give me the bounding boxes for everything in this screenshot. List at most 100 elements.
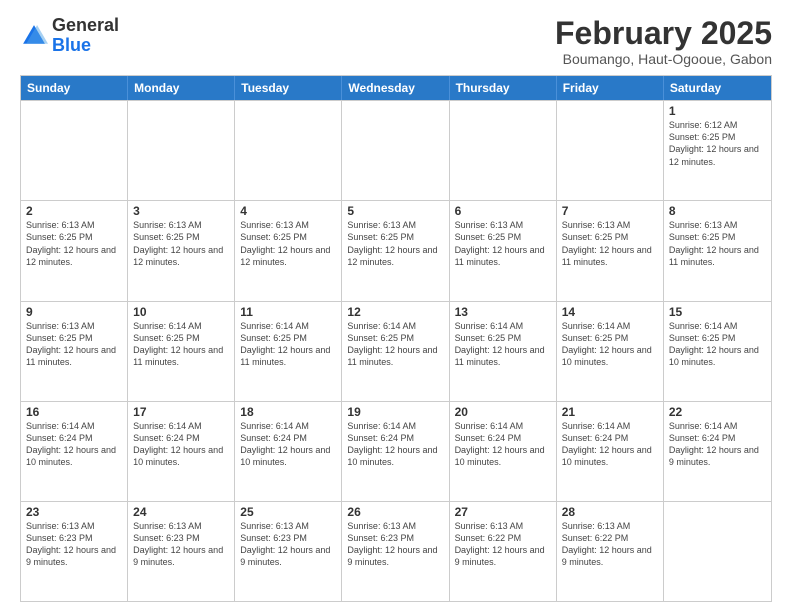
day-info: Sunrise: 6:14 AM Sunset: 6:25 PM Dayligh… <box>669 320 766 369</box>
day-info: Sunrise: 6:14 AM Sunset: 6:25 PM Dayligh… <box>133 320 229 369</box>
day-number: 13 <box>455 305 551 319</box>
day-info: Sunrise: 6:13 AM Sunset: 6:25 PM Dayligh… <box>562 219 658 268</box>
day-cell-20: 20Sunrise: 6:14 AM Sunset: 6:24 PM Dayli… <box>450 402 557 501</box>
day-cell-empty-0-2 <box>235 101 342 200</box>
calendar-title: February 2025 <box>555 16 772 51</box>
logo-blue-text: Blue <box>52 35 91 55</box>
day-number: 4 <box>240 204 336 218</box>
calendar: SundayMondayTuesdayWednesdayThursdayFrid… <box>20 75 772 602</box>
header: General Blue February 2025 Boumango, Hau… <box>20 16 772 67</box>
day-number: 9 <box>26 305 122 319</box>
day-number: 8 <box>669 204 766 218</box>
day-number: 17 <box>133 405 229 419</box>
day-info: Sunrise: 6:13 AM Sunset: 6:25 PM Dayligh… <box>347 219 443 268</box>
day-info: Sunrise: 6:13 AM Sunset: 6:25 PM Dayligh… <box>26 219 122 268</box>
day-cell-6: 6Sunrise: 6:13 AM Sunset: 6:25 PM Daylig… <box>450 201 557 300</box>
day-cell-10: 10Sunrise: 6:14 AM Sunset: 6:25 PM Dayli… <box>128 302 235 401</box>
logo-icon <box>20 22 48 50</box>
logo: General Blue <box>20 16 119 56</box>
day-info: Sunrise: 6:14 AM Sunset: 6:24 PM Dayligh… <box>669 420 766 469</box>
calendar-subtitle: Boumango, Haut-Ogooue, Gabon <box>555 51 772 67</box>
header-day-tuesday: Tuesday <box>235 76 342 100</box>
title-block: February 2025 Boumango, Haut-Ogooue, Gab… <box>555 16 772 67</box>
day-cell-19: 19Sunrise: 6:14 AM Sunset: 6:24 PM Dayli… <box>342 402 449 501</box>
header-day-monday: Monday <box>128 76 235 100</box>
day-cell-empty-0-0 <box>21 101 128 200</box>
day-cell-21: 21Sunrise: 6:14 AM Sunset: 6:24 PM Dayli… <box>557 402 664 501</box>
day-cell-22: 22Sunrise: 6:14 AM Sunset: 6:24 PM Dayli… <box>664 402 771 501</box>
day-cell-25: 25Sunrise: 6:13 AM Sunset: 6:23 PM Dayli… <box>235 502 342 601</box>
day-number: 16 <box>26 405 122 419</box>
day-info: Sunrise: 6:14 AM Sunset: 6:24 PM Dayligh… <box>133 420 229 469</box>
day-number: 11 <box>240 305 336 319</box>
day-cell-empty-0-5 <box>557 101 664 200</box>
day-number: 19 <box>347 405 443 419</box>
day-info: Sunrise: 6:13 AM Sunset: 6:25 PM Dayligh… <box>669 219 766 268</box>
header-day-thursday: Thursday <box>450 76 557 100</box>
day-number: 20 <box>455 405 551 419</box>
day-number: 6 <box>455 204 551 218</box>
day-number: 26 <box>347 505 443 519</box>
day-cell-28: 28Sunrise: 6:13 AM Sunset: 6:22 PM Dayli… <box>557 502 664 601</box>
day-cell-16: 16Sunrise: 6:14 AM Sunset: 6:24 PM Dayli… <box>21 402 128 501</box>
day-info: Sunrise: 6:14 AM Sunset: 6:25 PM Dayligh… <box>455 320 551 369</box>
calendar-week-5: 23Sunrise: 6:13 AM Sunset: 6:23 PM Dayli… <box>21 501 771 601</box>
day-number: 2 <box>26 204 122 218</box>
calendar-week-1: 1Sunrise: 6:12 AM Sunset: 6:25 PM Daylig… <box>21 100 771 200</box>
day-cell-7: 7Sunrise: 6:13 AM Sunset: 6:25 PM Daylig… <box>557 201 664 300</box>
day-cell-26: 26Sunrise: 6:13 AM Sunset: 6:23 PM Dayli… <box>342 502 449 601</box>
day-cell-empty-0-3 <box>342 101 449 200</box>
day-number: 5 <box>347 204 443 218</box>
day-info: Sunrise: 6:14 AM Sunset: 6:25 PM Dayligh… <box>240 320 336 369</box>
header-day-wednesday: Wednesday <box>342 76 449 100</box>
logo-text: General Blue <box>52 16 119 56</box>
day-cell-24: 24Sunrise: 6:13 AM Sunset: 6:23 PM Dayli… <box>128 502 235 601</box>
day-info: Sunrise: 6:14 AM Sunset: 6:24 PM Dayligh… <box>455 420 551 469</box>
day-cell-14: 14Sunrise: 6:14 AM Sunset: 6:25 PM Dayli… <box>557 302 664 401</box>
day-info: Sunrise: 6:13 AM Sunset: 6:23 PM Dayligh… <box>26 520 122 569</box>
day-number: 27 <box>455 505 551 519</box>
day-cell-empty-4-6 <box>664 502 771 601</box>
day-cell-27: 27Sunrise: 6:13 AM Sunset: 6:22 PM Dayli… <box>450 502 557 601</box>
day-info: Sunrise: 6:14 AM Sunset: 6:24 PM Dayligh… <box>240 420 336 469</box>
header-day-friday: Friday <box>557 76 664 100</box>
day-number: 23 <box>26 505 122 519</box>
day-cell-11: 11Sunrise: 6:14 AM Sunset: 6:25 PM Dayli… <box>235 302 342 401</box>
day-info: Sunrise: 6:14 AM Sunset: 6:24 PM Dayligh… <box>347 420 443 469</box>
day-info: Sunrise: 6:13 AM Sunset: 6:23 PM Dayligh… <box>240 520 336 569</box>
calendar-week-2: 2Sunrise: 6:13 AM Sunset: 6:25 PM Daylig… <box>21 200 771 300</box>
day-info: Sunrise: 6:13 AM Sunset: 6:22 PM Dayligh… <box>562 520 658 569</box>
day-cell-23: 23Sunrise: 6:13 AM Sunset: 6:23 PM Dayli… <box>21 502 128 601</box>
day-cell-3: 3Sunrise: 6:13 AM Sunset: 6:25 PM Daylig… <box>128 201 235 300</box>
day-cell-8: 8Sunrise: 6:13 AM Sunset: 6:25 PM Daylig… <box>664 201 771 300</box>
day-number: 10 <box>133 305 229 319</box>
day-number: 24 <box>133 505 229 519</box>
day-number: 25 <box>240 505 336 519</box>
day-cell-18: 18Sunrise: 6:14 AM Sunset: 6:24 PM Dayli… <box>235 402 342 501</box>
day-cell-1: 1Sunrise: 6:12 AM Sunset: 6:25 PM Daylig… <box>664 101 771 200</box>
day-number: 7 <box>562 204 658 218</box>
day-number: 21 <box>562 405 658 419</box>
day-number: 28 <box>562 505 658 519</box>
day-info: Sunrise: 6:14 AM Sunset: 6:25 PM Dayligh… <box>562 320 658 369</box>
header-day-sunday: Sunday <box>21 76 128 100</box>
day-info: Sunrise: 6:13 AM Sunset: 6:25 PM Dayligh… <box>455 219 551 268</box>
day-cell-15: 15Sunrise: 6:14 AM Sunset: 6:25 PM Dayli… <box>664 302 771 401</box>
day-info: Sunrise: 6:13 AM Sunset: 6:25 PM Dayligh… <box>240 219 336 268</box>
day-number: 12 <box>347 305 443 319</box>
day-info: Sunrise: 6:13 AM Sunset: 6:22 PM Dayligh… <box>455 520 551 569</box>
day-number: 15 <box>669 305 766 319</box>
day-cell-9: 9Sunrise: 6:13 AM Sunset: 6:25 PM Daylig… <box>21 302 128 401</box>
calendar-week-3: 9Sunrise: 6:13 AM Sunset: 6:25 PM Daylig… <box>21 301 771 401</box>
day-info: Sunrise: 6:13 AM Sunset: 6:23 PM Dayligh… <box>347 520 443 569</box>
day-info: Sunrise: 6:13 AM Sunset: 6:25 PM Dayligh… <box>133 219 229 268</box>
day-number: 18 <box>240 405 336 419</box>
header-day-saturday: Saturday <box>664 76 771 100</box>
day-cell-12: 12Sunrise: 6:14 AM Sunset: 6:25 PM Dayli… <box>342 302 449 401</box>
day-info: Sunrise: 6:12 AM Sunset: 6:25 PM Dayligh… <box>669 119 766 168</box>
day-cell-empty-0-1 <box>128 101 235 200</box>
day-info: Sunrise: 6:14 AM Sunset: 6:24 PM Dayligh… <box>562 420 658 469</box>
day-number: 14 <box>562 305 658 319</box>
day-number: 1 <box>669 104 766 118</box>
day-number: 22 <box>669 405 766 419</box>
